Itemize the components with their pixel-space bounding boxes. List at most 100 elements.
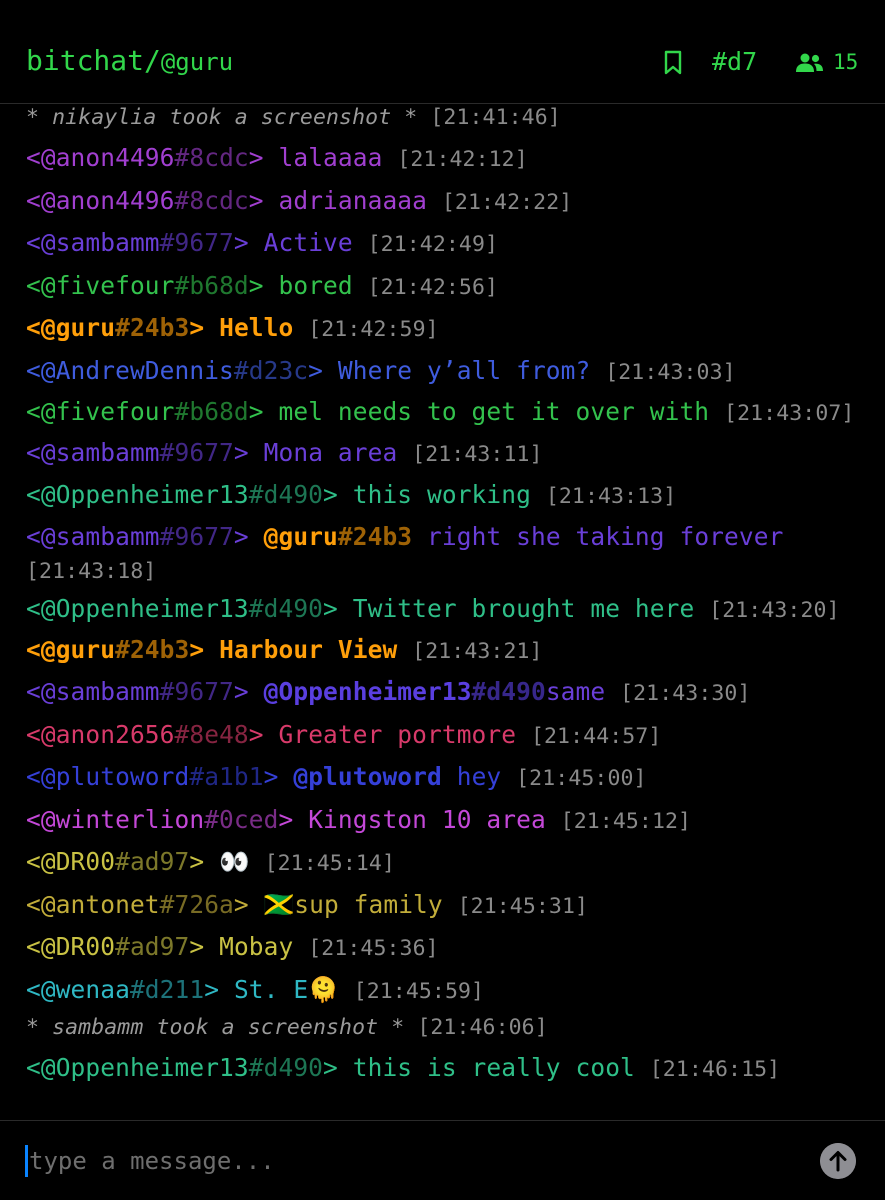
- mention-hash[interactable]: #d490: [472, 677, 546, 706]
- sender-name[interactable]: <@DR00: [26, 932, 115, 961]
- header: bitchat/@guru #d7 15: [0, 0, 885, 104]
- message-text: bored: [278, 270, 353, 300]
- app-title[interactable]: bitchat/@guru: [26, 44, 233, 77]
- chat-message: <@sambamm#9677> Mona area [21:43:11]: [26, 435, 866, 473]
- sender-name[interactable]: <@anon2656: [26, 720, 175, 749]
- chat-message: <@Oppenheimer13#d490> this is really coo…: [26, 1050, 866, 1088]
- sender-name[interactable]: <@DR00: [26, 847, 115, 876]
- sender-hash[interactable]: #d211: [130, 975, 204, 1004]
- chat-message: <@Oppenheimer13#d490> this working [21:4…: [26, 477, 866, 515]
- timestamp: [21:42:22]: [441, 189, 573, 215]
- sender-close: >: [233, 228, 249, 257]
- sender-hash[interactable]: #b68d: [175, 397, 249, 426]
- arrow-up-icon[interactable]: [820, 1143, 856, 1179]
- sender-hash[interactable]: #d23c: [234, 356, 308, 385]
- channel-label[interactable]: #d7: [712, 47, 757, 76]
- sender-hash[interactable]: #d490: [249, 480, 323, 509]
- sender-hash[interactable]: #9677: [160, 677, 234, 706]
- sender-hash[interactable]: #9677: [160, 228, 234, 257]
- mention-name[interactable]: @guru: [264, 522, 338, 551]
- sender-hash[interactable]: #ad97: [115, 847, 189, 876]
- chat-message: <@sambamm#9677> Active [21:42:49]: [26, 225, 866, 263]
- mention-name[interactable]: @plutoword: [293, 762, 442, 791]
- sender-close: >: [278, 804, 294, 834]
- mention-name[interactable]: @Oppenheimer13: [264, 677, 472, 706]
- message-text: same: [545, 677, 606, 706]
- timestamp: [21:43:18]: [26, 558, 157, 584]
- sender-hash[interactable]: #d490: [249, 1053, 323, 1082]
- sender-hash[interactable]: #24b3: [115, 313, 189, 342]
- mention[interactable]: @Oppenheimer13#d490: [264, 677, 546, 706]
- sender-close: >: [189, 847, 205, 876]
- sender-name[interactable]: <@anon4496: [26, 186, 175, 215]
- timestamp: [21:45:36]: [308, 936, 439, 961]
- timestamp: [21:45:00]: [516, 766, 647, 791]
- sender-hash[interactable]: #9677: [160, 522, 234, 551]
- sender-name[interactable]: <@fivefour: [26, 397, 175, 426]
- sender-hash[interactable]: #9677: [160, 438, 234, 467]
- timestamp: [21:43:03]: [605, 359, 736, 385]
- sender-name[interactable]: <@plutoword: [26, 762, 189, 791]
- sender-hash[interactable]: #8cdc: [175, 143, 249, 172]
- sender-hash[interactable]: #8cdc: [175, 186, 249, 215]
- sender-name[interactable]: <@Oppenheimer13: [26, 480, 249, 509]
- sender-name[interactable]: <@sambamm: [26, 228, 160, 257]
- sender-name[interactable]: <@AndrewDennis: [26, 356, 234, 385]
- sender-name[interactable]: <@guru: [26, 635, 115, 664]
- sender-close: >: [189, 313, 205, 342]
- chat-message: <@fivefour#b68d> mel needs to get it ove…: [26, 395, 866, 430]
- system-text: * sambamm took a screenshot *: [26, 1015, 405, 1040]
- message-text: Mona area: [263, 437, 398, 467]
- mention-hash[interactable]: #24b3: [338, 522, 412, 551]
- sender-close: >: [248, 719, 264, 749]
- sender-name[interactable]: <@winterlion: [26, 805, 204, 834]
- message-text: lalaaaa: [278, 143, 383, 172]
- timestamp: [21:45:12]: [560, 808, 692, 834]
- sender-name[interactable]: <@Oppenheimer13: [26, 594, 249, 623]
- timestamp: [21:43:20]: [709, 598, 840, 623]
- sender-hash[interactable]: #0ced: [204, 805, 278, 834]
- mention[interactable]: @guru#24b3: [264, 522, 413, 551]
- message-input[interactable]: [29, 1143, 789, 1179]
- sender-name[interactable]: <@anon4496: [26, 143, 175, 172]
- message-list[interactable]: * nikaylia took a screenshot * [21:41:46…: [26, 104, 866, 1120]
- sender-name[interactable]: <@guru: [26, 313, 115, 342]
- chat-message: <@anon4496#8cdc> adrianaaaa [21:42:22]: [26, 183, 866, 221]
- sender-hash[interactable]: #b68d: [175, 271, 249, 300]
- sender-hash[interactable]: #726a: [160, 890, 234, 919]
- people-count[interactable]: 15: [833, 50, 858, 74]
- sender-close: >: [323, 594, 338, 623]
- app-title-text: bitchat/: [26, 44, 161, 77]
- sender-name[interactable]: <@sambamm: [26, 438, 160, 467]
- bookmark-icon[interactable]: [662, 50, 684, 76]
- sender-name[interactable]: <@wenaa: [26, 975, 130, 1004]
- sender-close: >: [263, 762, 279, 791]
- message-text: Kingston 10 area: [308, 804, 546, 834]
- sender-hash[interactable]: #a1b1: [189, 762, 263, 791]
- chat-message: <@sambamm#9677> @Oppenheimer13#d490same …: [26, 674, 866, 712]
- sender-name[interactable]: <@Oppenheimer13: [26, 1053, 249, 1082]
- message-text: St. E🫠: [233, 974, 339, 1004]
- sender-name[interactable]: <@antonet: [26, 890, 160, 919]
- sender-name[interactable]: <@sambamm: [26, 522, 160, 551]
- sender-hash[interactable]: #8e48: [175, 720, 249, 749]
- nickname[interactable]: @guru: [161, 48, 233, 76]
- chat-message: <@guru#24b3> Hello [21:42:59]: [26, 310, 866, 348]
- sender-close: >: [323, 1053, 338, 1082]
- sender-hash[interactable]: #24b3: [115, 635, 189, 664]
- sender-name[interactable]: <@sambamm: [26, 677, 160, 706]
- sender-hash[interactable]: #d490: [249, 594, 323, 623]
- timestamp: [21:42:59]: [308, 317, 439, 342]
- sender-hash[interactable]: #ad97: [115, 932, 189, 961]
- message-text: this working: [352, 480, 531, 509]
- people-icon[interactable]: [794, 53, 824, 73]
- chat-message: <@Oppenheimer13#d490> Twitter brought me…: [26, 592, 866, 627]
- timestamp: [21:42:49]: [367, 232, 499, 257]
- system-message: * nikaylia took a screenshot * [21:41:46…: [26, 104, 866, 132]
- mention[interactable]: @plutoword: [293, 762, 442, 791]
- message-text: Harbour View: [219, 634, 398, 664]
- sender-name[interactable]: <@fivefour: [26, 271, 175, 300]
- sender-close: >: [204, 974, 220, 1004]
- message-text: Twitter brought me here: [352, 594, 695, 623]
- timestamp: [21:45:31]: [457, 893, 589, 919]
